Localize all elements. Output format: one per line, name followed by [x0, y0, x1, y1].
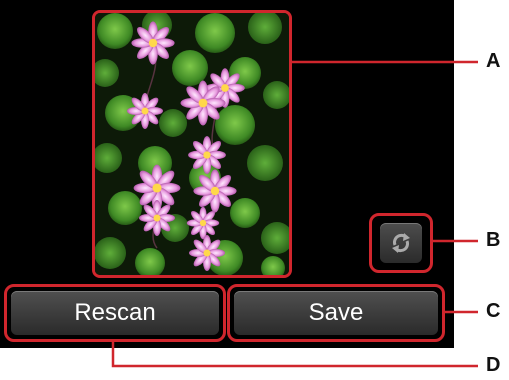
scan-preview	[92, 10, 292, 278]
rescan-button-frame: Rescan	[4, 284, 226, 342]
rotate-button[interactable]	[380, 223, 422, 263]
rescan-button[interactable]: Rescan	[11, 291, 219, 335]
device-screen: Rescan Save	[0, 0, 454, 348]
save-button-frame: Save	[227, 284, 445, 342]
callout-label-c: C	[486, 300, 501, 322]
save-button[interactable]: Save	[234, 291, 438, 335]
callout-label-b: B	[486, 229, 501, 251]
callout-label-d: D	[486, 354, 501, 376]
callout-label-a: A	[486, 50, 501, 72]
scan-preview-image	[95, 13, 289, 275]
rotate-icon	[392, 233, 410, 253]
rotate-button-frame	[369, 213, 433, 273]
